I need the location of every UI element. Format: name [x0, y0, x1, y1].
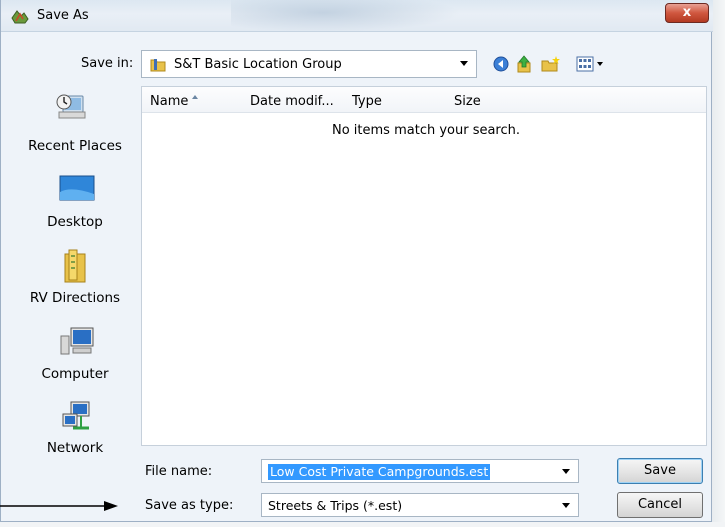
title-bar[interactable]: Save As x [1, 0, 713, 32]
empty-message: No items match your search. [332, 123, 521, 138]
back-icon[interactable] [493, 56, 509, 72]
annotation-arrow-icon [0, 501, 118, 511]
column-header-name[interactable]: Name [150, 94, 198, 109]
place-computer[interactable]: Computer [11, 324, 139, 394]
places-bar: Recent Places Desktop RV Directions Comp… [11, 86, 139, 478]
place-desktop[interactable]: Desktop [11, 172, 139, 242]
new-folder-icon[interactable] [541, 55, 561, 73]
column-header-date-modified[interactable]: Date modif... [250, 94, 334, 109]
place-label: Computer [41, 366, 109, 382]
save-as-type-label: Save as type: [145, 498, 234, 513]
place-label: Network [46, 440, 104, 456]
title-bar-map-art [231, 0, 461, 32]
file-name-label: File name: [145, 464, 213, 479]
save-as-type-value: Streets & Trips (*.est) [268, 498, 403, 513]
close-button[interactable]: x [665, 3, 709, 23]
background-map [712, 0, 725, 527]
folder-icon [64, 249, 86, 283]
desktop-icon [59, 175, 95, 201]
chevron-down-icon [562, 503, 570, 508]
place-rv-directions[interactable]: RV Directions [11, 246, 139, 316]
file-list-header: Name Date modif... Type Size [142, 87, 706, 113]
file-name-value: Low Cost Private Campgrounds.est [268, 464, 491, 480]
column-header-size[interactable]: Size [454, 94, 481, 109]
computer-icon [60, 327, 94, 355]
column-label: Name [150, 94, 189, 109]
save-as-type-dropdown[interactable]: Streets & Trips (*.est) [261, 493, 579, 517]
network-icon [62, 401, 90, 430]
column-header-type[interactable]: Type [352, 94, 382, 109]
save-in-label: Save in: [81, 56, 134, 71]
save-button[interactable]: Save [617, 458, 703, 484]
folder-icon [150, 59, 166, 72]
chevron-down-icon [460, 61, 468, 66]
save-as-dialog: Save As x Save in: S&T Basic Location Gr… [0, 0, 713, 522]
streets-trips-app-icon [11, 10, 29, 24]
place-label: Desktop [47, 214, 103, 230]
background-strip [0, 522, 725, 527]
sort-ascending-icon [192, 95, 198, 99]
file-name-input[interactable]: Low Cost Private Campgrounds.est [261, 459, 579, 483]
place-label: Recent Places [28, 138, 122, 154]
chevron-down-icon[interactable] [562, 469, 570, 474]
place-network[interactable]: Network [11, 398, 139, 468]
window-title: Save As [37, 8, 89, 23]
place-label: RV Directions [29, 290, 121, 306]
save-in-value: S&T Basic Location Group [174, 57, 342, 72]
up-folder-icon[interactable] [516, 55, 532, 73]
place-recent-places[interactable]: Recent Places [11, 90, 139, 160]
cancel-button[interactable]: Cancel [617, 492, 703, 518]
recent-places-icon [56, 94, 86, 119]
file-list[interactable]: Name Date modif... Type Size No items ma… [141, 86, 707, 446]
views-menu-icon[interactable] [575, 55, 611, 73]
save-in-dropdown[interactable]: S&T Basic Location Group [141, 50, 477, 78]
